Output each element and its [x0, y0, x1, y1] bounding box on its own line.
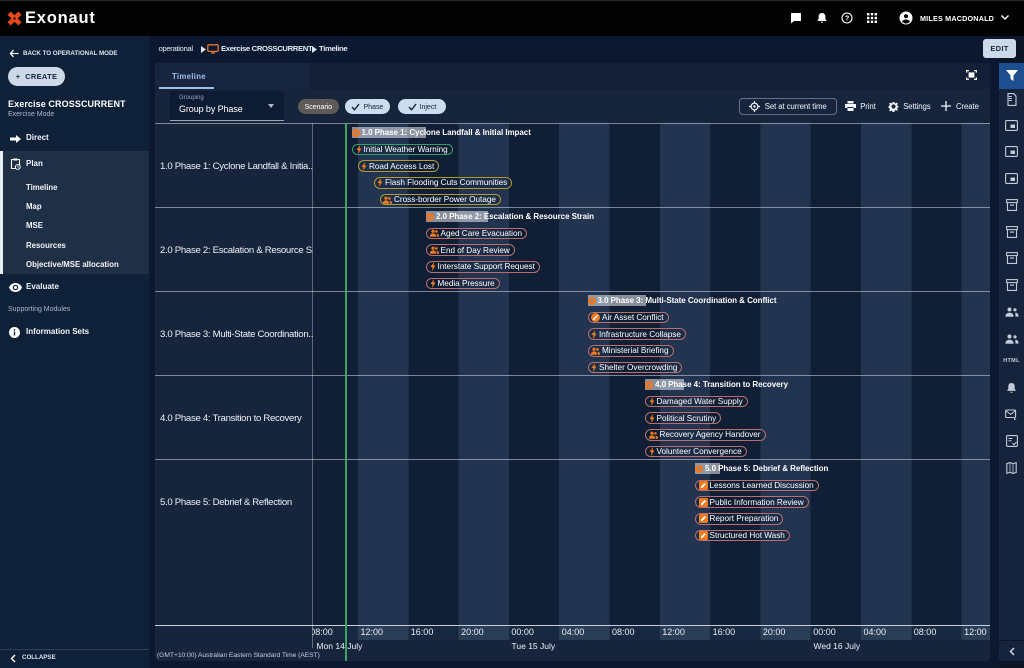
svg-text:?: ? [845, 13, 850, 22]
